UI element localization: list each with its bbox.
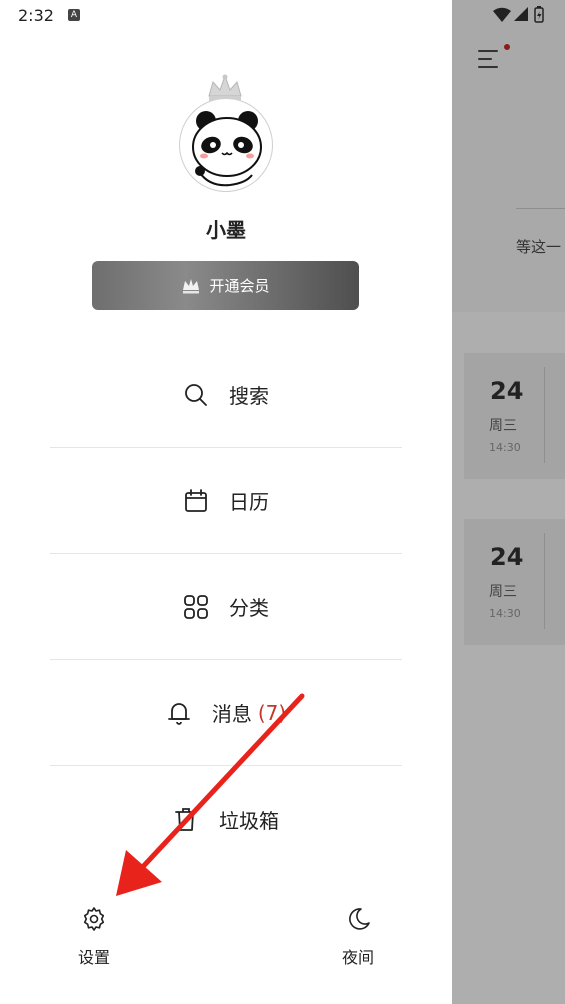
bell-icon <box>166 700 192 726</box>
search-icon <box>183 382 209 408</box>
menu-item-label: 搜索 <box>229 384 269 408</box>
menu-item-label: 日历 <box>229 490 269 514</box>
status-icons <box>492 5 552 25</box>
menu-item-search[interactable]: 搜索 <box>50 342 402 448</box>
trash-icon <box>173 806 199 832</box>
night-mode-label: 夜间 <box>341 948 374 967</box>
open-vip-button[interactable]: 开通会员 <box>92 261 359 310</box>
moon-icon <box>345 906 371 932</box>
avatar[interactable] <box>179 98 273 192</box>
calendar-icon <box>183 488 209 514</box>
drawer-menu: 搜索 日历 分类 消息 (7) 垃圾箱 <box>50 342 402 872</box>
card-divider <box>544 367 545 463</box>
notification-a-icon: A <box>68 9 80 21</box>
card-day: 24 <box>490 377 524 405</box>
username: 小墨 <box>206 218 246 242</box>
settings-label: 设置 <box>77 948 110 967</box>
card-time: 14:30 <box>489 607 521 620</box>
menu-item-label: 消息 <box>211 702 252 726</box>
menu-item-label: 分类 <box>229 596 269 620</box>
menu-item-trash[interactable]: 垃圾箱 <box>50 766 402 872</box>
settings-button[interactable]: 设置 <box>59 906 129 968</box>
motto-text: 等这一 <box>516 238 562 256</box>
notification-dot <box>504 44 510 50</box>
menu-item-label: 垃圾箱 <box>219 808 279 833</box>
card-day: 24 <box>490 543 524 571</box>
wifi-icon <box>493 7 511 22</box>
menu-item-category[interactable]: 分类 <box>50 554 402 660</box>
status-bar: 2:32 A <box>0 0 565 32</box>
background-app: 等这一 24 周三 14:30 24 周三 14:30 <box>452 0 565 1004</box>
card-weekday: 周三 <box>489 584 517 600</box>
crown-icon <box>181 277 201 295</box>
card-divider <box>544 533 545 629</box>
menu-item-calendar[interactable]: 日历 <box>50 448 402 554</box>
status-time: 2:32 <box>18 6 54 25</box>
divider <box>516 208 565 209</box>
menu-icon[interactable] <box>478 48 500 70</box>
card-weekday: 周三 <box>489 418 517 434</box>
unread-count-badge: (7) <box>257 700 287 725</box>
night-mode-button[interactable]: 夜间 <box>323 906 393 968</box>
event-card[interactable]: 24 周三 14:30 <box>464 519 565 645</box>
menu-item-messages[interactable]: 消息 (7) <box>50 660 402 766</box>
open-vip-label: 开通会员 <box>209 277 270 295</box>
navigation-drawer: 小墨 开通会员 搜索 日历 分类 消息 (7) 垃圾箱 设置 夜间 <box>0 0 452 1004</box>
gear-icon <box>81 906 107 932</box>
card-time: 14:30 <box>489 441 521 454</box>
event-card[interactable]: 24 周三 14:30 <box>464 353 565 479</box>
grid-icon <box>183 594 209 620</box>
signal-icon <box>514 7 528 21</box>
